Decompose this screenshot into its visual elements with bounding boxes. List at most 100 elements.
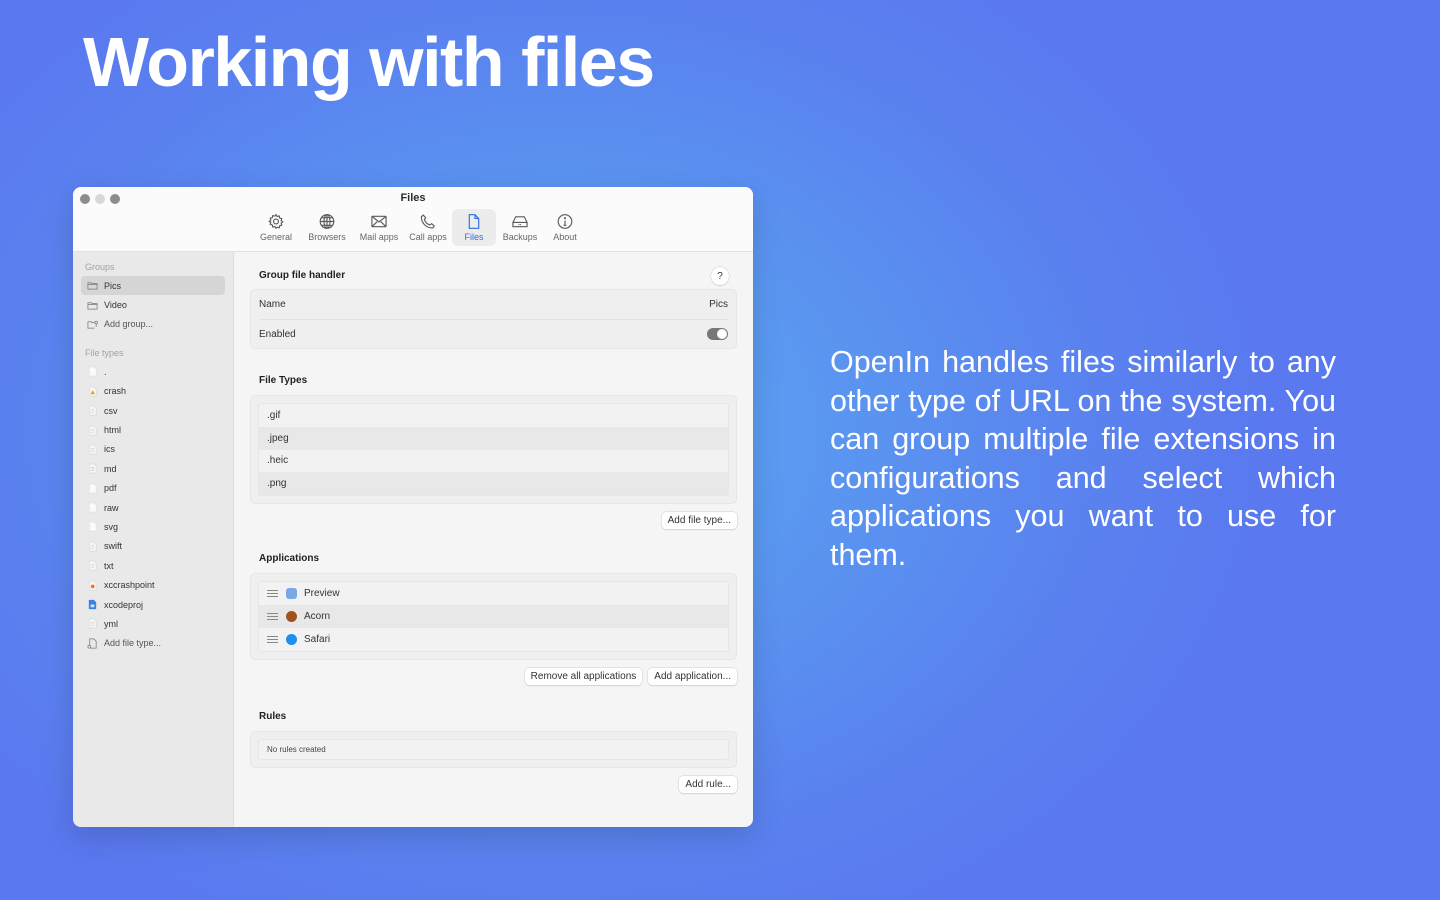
rules-title: Rules <box>259 710 287 722</box>
sidebar-file-type-item[interactable]: html <box>81 420 225 439</box>
drag-handle-icon[interactable] <box>267 612 278 620</box>
sidebar-item-label: raw <box>104 502 119 513</box>
tab-label: Mail apps <box>359 232 399 242</box>
sidebar-file-type-item[interactable]: ics <box>81 440 225 459</box>
tab-label: Files <box>464 232 484 242</box>
application-row[interactable]: Preview <box>259 582 728 605</box>
sidebar-item-label: xcodeproj <box>104 599 144 610</box>
text-file-icon <box>87 618 98 629</box>
sidebar-item-label: Add group... <box>104 319 154 330</box>
sidebar-item-label: csv <box>104 405 118 416</box>
sidebar-file-type-item[interactable]: crash <box>81 382 225 401</box>
name-value[interactable]: Pics <box>709 299 728 310</box>
sidebar: Groups Pics Video Add group... File type… <box>73 252 234 827</box>
enabled-label: Enabled <box>259 328 296 340</box>
envelope-icon <box>371 215 387 228</box>
blank-file-icon <box>87 521 98 532</box>
applications-list: Preview Acorn Safari <box>258 581 729 652</box>
tab-label: Backups <box>502 232 538 242</box>
sidebar-item-label: swift <box>104 541 122 552</box>
sidebar-item-label: xccrashpoint <box>104 580 155 591</box>
file-type-row[interactable]: .gif <box>259 404 728 427</box>
group-file-handler-title: Group file handler <box>259 270 346 281</box>
application-row[interactable]: Acorn <box>259 604 728 628</box>
file-type-row[interactable]: .png <box>259 472 728 496</box>
enabled-row: Enabled <box>259 319 728 348</box>
tab-mail-apps[interactable]: Mail apps <box>354 209 404 246</box>
text-file-icon <box>87 425 98 436</box>
xcode-project-icon <box>87 599 98 610</box>
tab-browsers[interactable]: Browsers <box>302 209 352 246</box>
application-name: Safari <box>304 633 331 645</box>
tab-label: About <box>553 232 577 242</box>
file-type-row[interactable]: .jpeg <box>259 426 728 450</box>
tab-label: Call apps <box>409 232 447 242</box>
preferences-toolbar: General Browsers Mail apps Call apps Fil… <box>252 209 588 246</box>
tab-files[interactable]: Files <box>452 209 496 246</box>
sidebar-item-label: ics <box>104 444 115 455</box>
blank-file-icon <box>87 483 98 494</box>
folder-add-icon <box>87 320 98 329</box>
file-type-row[interactable]: .heic <box>259 450 728 473</box>
no-rules-message: No rules created <box>258 738 729 760</box>
sidebar-item-label: crash <box>104 386 127 397</box>
preferences-window: Files General Browsers Mail apps Call ap… <box>73 187 753 827</box>
sidebar-file-type-item[interactable]: yml <box>81 614 225 633</box>
info-icon <box>557 214 573 229</box>
sidebar-add-file-type-button[interactable]: Add file type... <box>81 634 225 653</box>
remove-all-applications-button[interactable]: Remove all applications <box>524 667 643 685</box>
folder-icon <box>87 301 98 310</box>
tab-call-apps[interactable]: Call apps <box>406 209 450 246</box>
tab-label: General <box>259 232 293 242</box>
sidebar-file-type-item[interactable]: pdf <box>81 479 225 498</box>
name-label: Name <box>259 299 286 310</box>
sidebar-file-type-item[interactable]: xccrashpoint <box>81 575 225 594</box>
handler-settings-card: Name Pics Enabled <box>250 289 737 349</box>
sidebar-item-label: md <box>104 463 117 474</box>
sidebar-file-type-item[interactable]: txt <box>81 556 225 575</box>
add-rule-button[interactable]: Add rule... <box>679 775 737 793</box>
file-types-list: .gif .jpeg .heic .png <box>258 403 729 497</box>
tab-about[interactable]: About <box>544 209 586 246</box>
enabled-toggle[interactable] <box>707 328 728 340</box>
text-file-icon <box>87 405 98 416</box>
file-types-card: .gif .jpeg .heic .png <box>250 395 737 505</box>
sidebar-item-label: Video <box>104 300 127 311</box>
add-group-button[interactable]: Add group... <box>81 315 225 334</box>
sidebar-file-type-item[interactable]: swift <box>81 537 225 556</box>
application-row[interactable]: Safari <box>259 628 728 651</box>
sidebar-item-label: html <box>104 425 122 436</box>
sidebar-group-video[interactable]: Video <box>81 295 225 314</box>
help-button[interactable]: ? <box>711 267 729 285</box>
add-file-type-button[interactable]: Add file type... <box>661 512 737 530</box>
sidebar-group-pics[interactable]: Pics <box>81 276 225 296</box>
tab-backups[interactable]: Backups <box>498 209 542 246</box>
applications-title: Applications <box>259 553 320 565</box>
text-file-icon <box>87 541 98 552</box>
gear-icon <box>268 213 284 230</box>
sidebar-file-type-item[interactable]: xcodeproj <box>81 595 225 614</box>
group-detail-pane: Group file handler ? Name Pics Enabled F… <box>234 252 753 827</box>
globe-icon <box>319 214 335 229</box>
file-types-header: File types <box>85 348 124 359</box>
text-file-icon <box>87 560 98 571</box>
file-types-title: File Types <box>259 375 308 386</box>
drag-handle-icon[interactable] <box>267 590 278 598</box>
sidebar-item-label: svg <box>104 521 119 532</box>
folder-icon <box>87 282 98 290</box>
sidebar-file-type-item[interactable]: md <box>81 459 225 478</box>
sidebar-item-label: Pics <box>104 280 122 291</box>
hero-title: Working with files <box>83 23 655 101</box>
applications-card: Preview Acorn Safari <box>250 573 737 660</box>
sidebar-file-type-item[interactable]: svg <box>81 517 225 536</box>
sidebar-file-type-item[interactable]: . <box>81 362 225 381</box>
add-application-button[interactable]: Add application... <box>648 667 737 685</box>
drag-handle-icon[interactable] <box>267 635 278 643</box>
sidebar-file-type-item[interactable]: csv <box>81 401 225 420</box>
sidebar-item-label: pdf <box>104 483 117 494</box>
preview-app-icon <box>286 588 297 600</box>
sidebar-file-type-item[interactable]: raw <box>81 498 225 517</box>
tab-general[interactable]: General <box>252 209 300 246</box>
window-title: Files <box>400 192 426 204</box>
phone-icon <box>420 214 435 229</box>
